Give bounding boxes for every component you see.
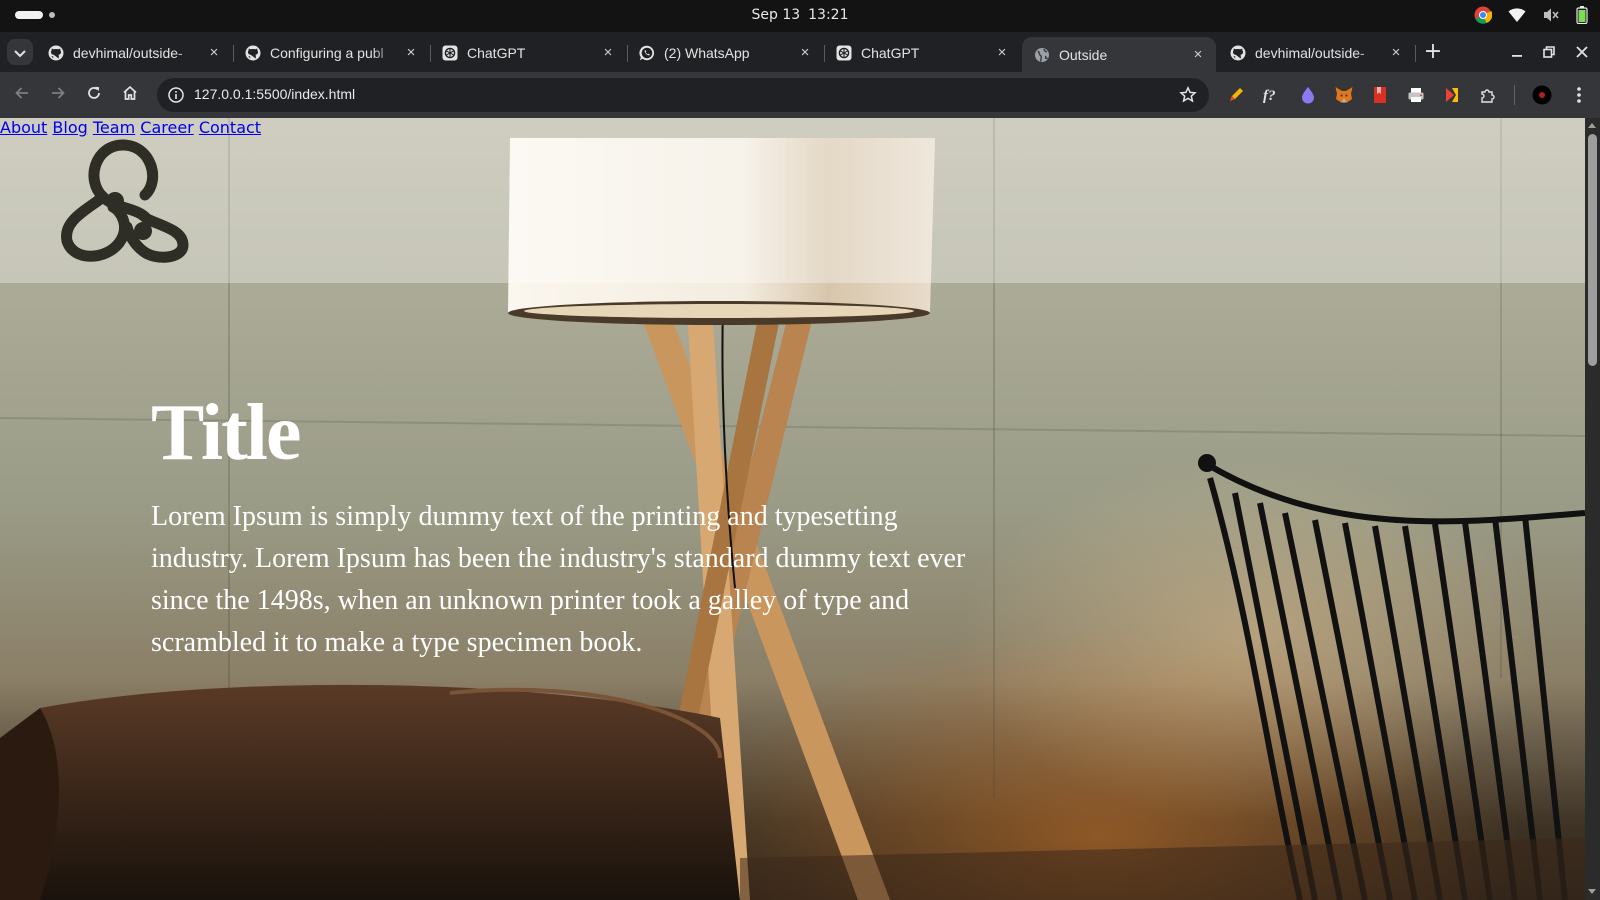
clock-date: Sep 13 xyxy=(751,7,801,23)
whatsapp-icon xyxy=(639,45,655,61)
toolbar-separator xyxy=(1514,85,1515,105)
scroll-up-arrow-icon[interactable] xyxy=(1588,123,1596,128)
github-icon xyxy=(245,45,261,61)
home-button[interactable] xyxy=(118,83,142,107)
screenshot-extension-icon[interactable] xyxy=(1441,84,1463,106)
restore-icon xyxy=(1543,43,1555,62)
tab-title: Configuring a publ xyxy=(270,44,384,61)
web-page-viewport: About Blog Team Career Contact Title Lor… xyxy=(0,118,1585,900)
chrome-icon[interactable] xyxy=(1474,6,1492,24)
wifi-icon[interactable] xyxy=(1508,7,1526,23)
puzzle-extensions-icon[interactable] xyxy=(1477,84,1499,106)
hero-description: Lorem Ipsum is simply dummy text of the … xyxy=(151,501,966,658)
tab-search-button[interactable] xyxy=(7,39,33,65)
reload-icon xyxy=(86,85,102,105)
nav-about[interactable]: About xyxy=(0,118,47,137)
fx-extension-icon[interactable]: f? xyxy=(1261,84,1283,106)
nav-contact[interactable]: Contact xyxy=(199,118,261,137)
address-bar[interactable]: 127.0.0.1:5500/index.html xyxy=(157,78,1209,112)
tab-close-button[interactable]: × xyxy=(1188,45,1208,65)
page-scrollbar[interactable] xyxy=(1585,118,1600,900)
new-tab-button[interactable]: + xyxy=(1420,40,1446,66)
scrollbar-thumb[interactable] xyxy=(1588,134,1597,366)
main-nav: About Blog Team Career Contact xyxy=(0,118,1585,137)
clock-time: 13:21 xyxy=(808,7,849,23)
restore-button[interactable] xyxy=(1537,40,1561,64)
tab-chatgpt-2[interactable]: ChatGPT × xyxy=(824,37,1020,68)
arrow-left-icon xyxy=(14,85,30,105)
tab-title: (2) WhatsApp xyxy=(664,44,750,61)
tab-title: ChatGPT xyxy=(467,44,526,61)
profile-avatar[interactable] xyxy=(1531,84,1553,106)
site-header: About Blog Team Career Contact xyxy=(0,118,1585,283)
printer-extension-icon[interactable] xyxy=(1405,84,1427,106)
github-icon xyxy=(48,45,64,61)
tab-close-button[interactable]: × xyxy=(992,43,1012,63)
tab-close-button[interactable]: × xyxy=(1386,43,1406,63)
battery-icon[interactable] xyxy=(1576,6,1588,24)
browser-toolbar: 127.0.0.1:5500/index.html f? xyxy=(0,72,1600,118)
chatgpt-icon xyxy=(442,45,458,61)
hero-title: Title xyxy=(151,389,302,477)
tab-github-configuring[interactable]: Configuring a publ × xyxy=(233,37,429,68)
tab-close-button[interactable]: × xyxy=(401,43,421,63)
clock[interactable]: Sep 13 13:21 xyxy=(0,7,1600,23)
site-info-icon[interactable] xyxy=(167,86,185,108)
svg-text:f?: f? xyxy=(1263,88,1276,104)
arrow-right-icon xyxy=(50,85,66,105)
tab-separator xyxy=(1415,45,1416,62)
back-button[interactable] xyxy=(10,83,34,107)
bookmark-star-icon[interactable] xyxy=(1179,85,1197,108)
close-window-button[interactable] xyxy=(1570,40,1594,64)
tab-github-outside-1[interactable]: devhimal/outside- × xyxy=(36,37,232,68)
minimize-button[interactable] xyxy=(1505,40,1529,64)
triquetra-logo-icon[interactable] xyxy=(55,135,191,269)
forward-button[interactable] xyxy=(46,83,70,107)
chevron-down-icon xyxy=(14,43,26,62)
tab-close-button[interactable]: × xyxy=(795,43,815,63)
os-top-bar: Sep 13 13:21 xyxy=(0,0,1600,32)
tab-close-button[interactable]: × xyxy=(598,43,618,63)
browser-tab-strip: devhimal/outside- × Configuring a publ ×… xyxy=(0,32,1600,72)
tab-close-button[interactable]: × xyxy=(204,43,224,63)
kebab-menu-icon[interactable] xyxy=(1568,84,1590,106)
metamask-extension-icon[interactable] xyxy=(1333,84,1355,106)
tab-title: devhimal/outside- xyxy=(1255,44,1365,61)
tab-github-outside-2[interactable]: devhimal/outside- × xyxy=(1218,37,1414,68)
globe-icon xyxy=(1034,47,1050,63)
tab-chatgpt-1[interactable]: ChatGPT × xyxy=(430,37,626,68)
reload-button[interactable] xyxy=(82,83,106,107)
system-tray[interactable] xyxy=(1474,6,1588,24)
close-icon xyxy=(1576,43,1588,62)
tab-title: Outside xyxy=(1059,46,1108,63)
bookmark-red-extension-icon[interactable] xyxy=(1369,84,1391,106)
home-icon xyxy=(122,85,138,105)
tab-title: ChatGPT xyxy=(861,44,920,61)
scroll-down-arrow-icon[interactable] xyxy=(1588,889,1596,894)
tab-whatsapp[interactable]: (2) WhatsApp × xyxy=(627,37,823,68)
drop-extension-icon[interactable] xyxy=(1297,84,1319,106)
pencil-extension-icon[interactable] xyxy=(1225,84,1247,106)
url-text[interactable]: 127.0.0.1:5500/index.html xyxy=(194,86,355,102)
github-icon xyxy=(1230,45,1246,61)
minimize-icon xyxy=(1511,43,1523,62)
tab-outside-active[interactable]: Outside × xyxy=(1022,37,1216,72)
volume-muted-icon[interactable] xyxy=(1542,7,1560,23)
tab-title: devhimal/outside- xyxy=(73,44,183,61)
chatgpt-icon xyxy=(836,45,852,61)
